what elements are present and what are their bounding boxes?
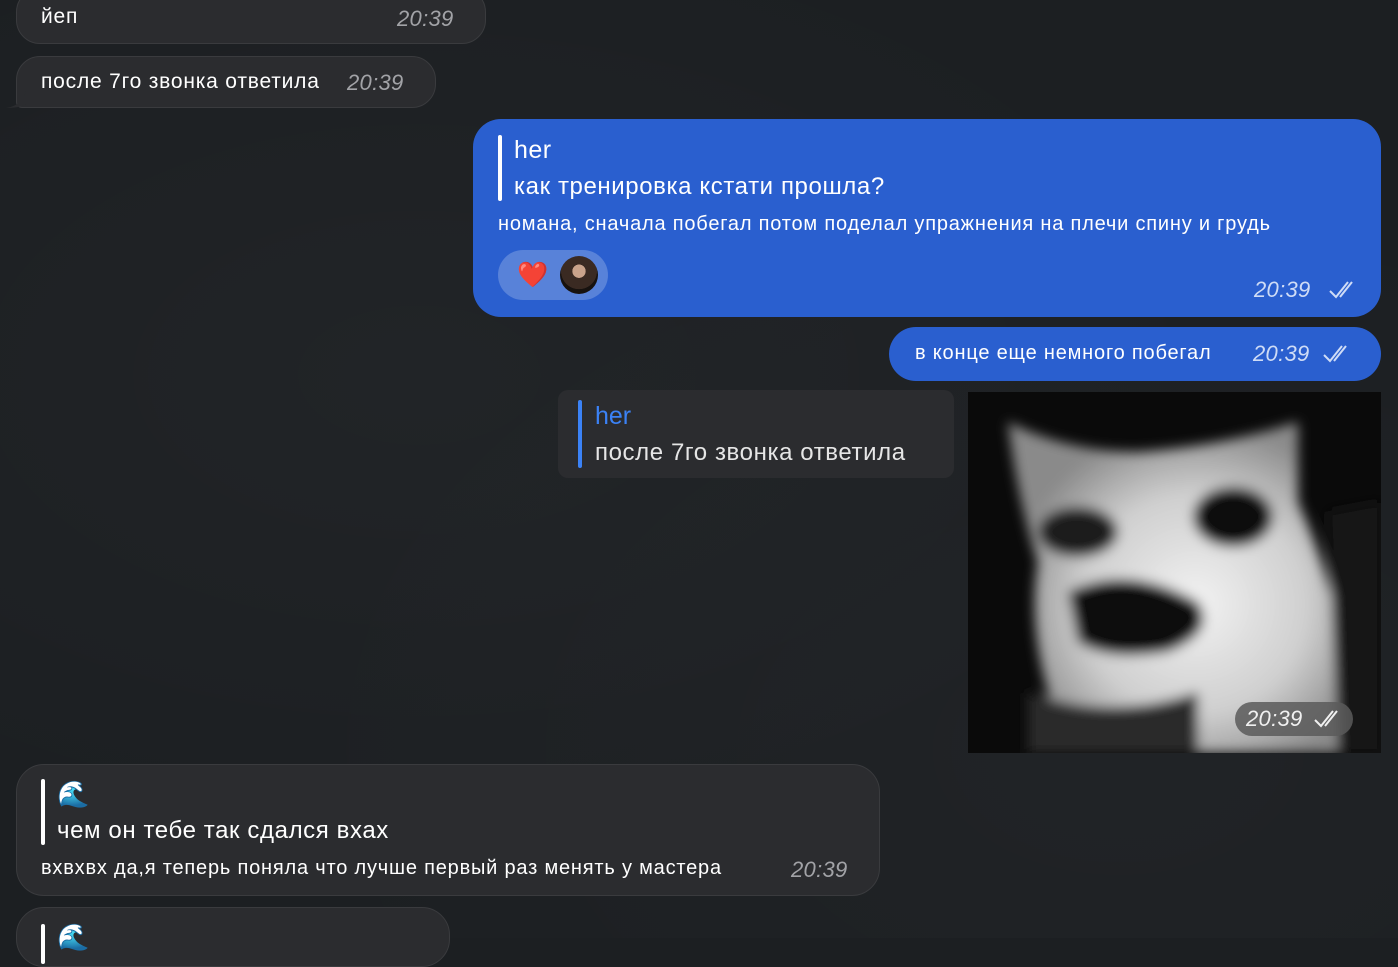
reply-text: после 7го звонка ответила <box>595 439 906 466</box>
outgoing-message[interactable]: в конце еще немного побегал 20:39 <box>889 327 1381 381</box>
message-text: в конце еще немного побегал <box>915 342 1212 364</box>
reply-bar <box>41 779 45 845</box>
incoming-message[interactable]: после 7го звонка ответила 20:39 <box>16 56 436 108</box>
cat-meme-image <box>968 392 1381 753</box>
double-check-icon <box>1323 345 1347 363</box>
message-text: вхвхвх да,я теперь поняла что лучше перв… <box>41 857 722 879</box>
message-text: после 7го звонка ответила <box>41 70 320 93</box>
reply-bar <box>41 924 45 964</box>
reply-text[interactable]: как тренировка кстати прошла? <box>514 173 885 201</box>
reply-header[interactable]: her после 7го звонка ответила <box>558 390 954 478</box>
time-badge: 20:39 <box>1235 702 1353 736</box>
message-time: 20:39 <box>397 6 454 31</box>
message-time: 20:39 <box>1253 341 1310 366</box>
reactor-avatar <box>560 256 598 294</box>
outgoing-message[interactable]: her как тренировка кстати прошла? номана… <box>473 119 1381 317</box>
double-check-icon <box>1329 281 1353 299</box>
double-check-icon <box>1314 710 1338 728</box>
message-time: 20:39 <box>791 857 848 882</box>
message-time: 20:39 <box>1246 706 1303 731</box>
message-time: 20:39 <box>347 70 404 95</box>
heart-reaction-icon: ❤️ <box>517 261 549 289</box>
sticker-image[interactable]: 20:39 <box>968 392 1381 753</box>
message-text: йеп <box>41 5 79 28</box>
reply-author[interactable]: her <box>514 136 552 165</box>
reply-author: her <box>595 402 632 430</box>
message-time: 20:39 <box>1254 277 1311 302</box>
reaction-pill[interactable]: ❤️ <box>498 250 608 300</box>
reply-text[interactable]: чем он тебе так сдался вхах <box>57 817 389 845</box>
reply-bar <box>498 135 502 201</box>
incoming-message[interactable]: 🌊 <box>16 907 450 967</box>
bubble-tail <box>6 90 26 108</box>
reply-bar <box>578 400 582 468</box>
wave-emoji-icon: 🌊 <box>57 779 90 809</box>
incoming-message[interactable]: йеп 20:39 <box>16 0 486 44</box>
message-text: номана, сначала побегал потом поделал уп… <box>498 213 1271 235</box>
incoming-message[interactable]: 🌊 чем он тебе так сдался вхах вхвхвх да,… <box>16 764 880 896</box>
